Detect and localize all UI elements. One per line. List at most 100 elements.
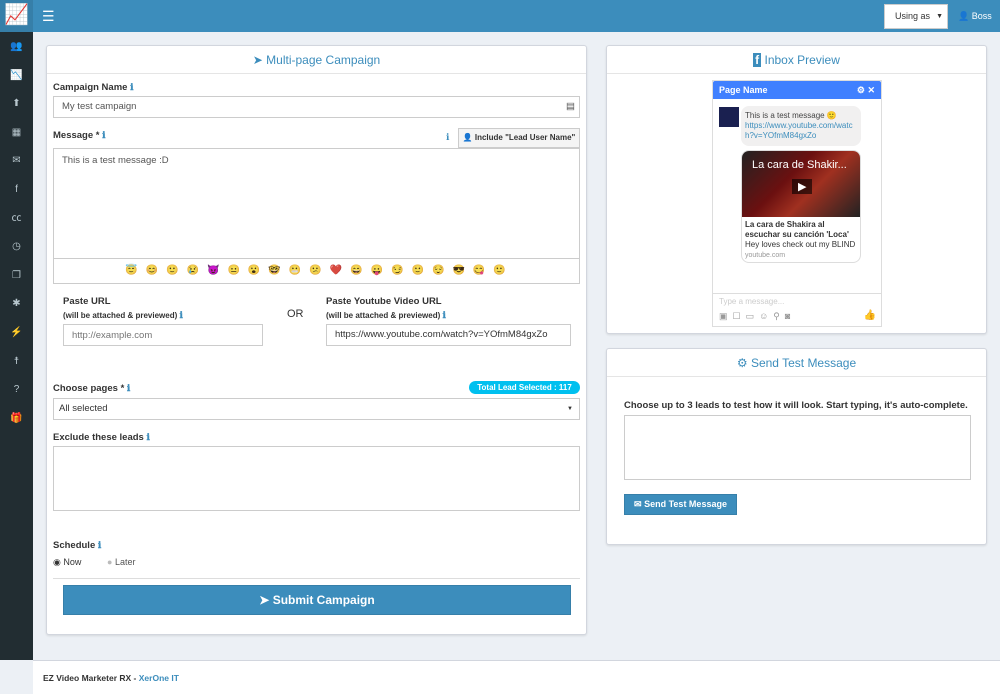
card-title: La cara de Shakira al escuchar su canció…	[745, 220, 849, 239]
campaign-name-label: Campaign Name ℹ	[53, 82, 134, 93]
user-icon: 👤	[462, 133, 473, 142]
gear-close-icons[interactable]: ⚙ ✕	[857, 81, 875, 99]
thumbs-up-icon[interactable]: 👍	[864, 310, 876, 321]
include-lead-name-button[interactable]: 👤 Include "Lead User Name"	[458, 128, 580, 148]
emoji-button[interactable]: 😮	[248, 265, 262, 276]
caret-down-icon: ▼	[567, 406, 573, 412]
info-icon[interactable]: ℹ	[446, 132, 449, 143]
plug-icon[interactable]: ⚡	[0, 319, 33, 348]
schedule-later-radio[interactable]: ● Later	[107, 557, 135, 567]
emoji-picker: 😇 😊 🙂 😢 😈 😐 😮 🤓 😬 😕 ❤️ 😄 😛 😏 🙂 😌 😎 😋 🙂	[53, 258, 580, 284]
exclude-leads-label: Exclude these leads ℹ	[53, 432, 150, 443]
send-test-button[interactable]: ✉ Send Test Message	[624, 494, 737, 515]
user-name: Boss	[971, 11, 992, 21]
video-card[interactable]: La cara de Shakir... ▶ La cara de Shakira…	[741, 150, 861, 263]
gears-icon: ⚙	[736, 356, 748, 370]
video-thumbnail[interactable]: La cara de Shakir... ▶	[742, 151, 860, 217]
user-icon: 👤	[958, 11, 970, 21]
using-as-select[interactable]: Using as ▼	[884, 4, 948, 29]
menu-toggle-icon[interactable]: ☰	[42, 8, 55, 25]
attached-note: (will be attached & previewed) ℹ	[326, 310, 446, 320]
campaign-name-input[interactable]: My test campaign ▤	[53, 96, 580, 118]
type-message-input[interactable]: Type a message...	[713, 293, 881, 309]
page-avatar	[719, 107, 739, 127]
message-label: Message * ℹ	[53, 130, 106, 141]
emoji-button[interactable]: 🙂	[412, 265, 426, 276]
emoji-button[interactable]: 🙂	[493, 265, 507, 276]
panel-header: ➤ Multi-page Campaign	[47, 46, 586, 74]
sidebar: 👥 📉 ⬆ ▦ ✉ f ㏄ ◷ ❐ ✱ ⚡ ☨ ? 🎁	[0, 32, 33, 660]
emoji-button[interactable]: 😢	[187, 265, 201, 276]
child-icon[interactable]: ☨	[0, 348, 33, 377]
play-icon: ▶	[792, 179, 813, 194]
cc-icon[interactable]: ㏄	[0, 205, 33, 234]
message-bubble: This is a test message 🙂 https://www.yout…	[741, 106, 861, 146]
upload-icon[interactable]: ⬆	[0, 90, 33, 119]
total-lead-badge: Total Lead Selected : 117	[469, 381, 580, 394]
emoji-button[interactable]: 😏	[391, 265, 405, 276]
info-icon[interactable]: ℹ	[102, 130, 105, 140]
emoji-button[interactable]: 😄	[350, 265, 364, 276]
paste-url-input[interactable]	[63, 324, 263, 346]
facebook-icon[interactable]: f	[0, 176, 33, 205]
message-textarea[interactable]: This is a test message :D	[53, 148, 580, 259]
user-plus-icon[interactable]: 👥	[0, 33, 33, 62]
schedule-label: Schedule ℹ	[53, 540, 102, 551]
emoji-button[interactable]: 😐	[227, 265, 241, 276]
copy-icon[interactable]: ❐	[0, 262, 33, 291]
gift-icon[interactable]: 🎁	[0, 405, 33, 434]
panel-title: Send Test Message	[750, 356, 857, 370]
choose-pages-label: Choose pages * ℹ	[53, 383, 131, 394]
emoji-button[interactable]: ❤️	[330, 265, 344, 276]
campaign-panel: ➤ Multi-page Campaign Campaign Name ℹ My…	[46, 45, 587, 635]
messenger-chat-window: Page Name ⚙ ✕ This is a test message 🙂 htt…	[712, 80, 882, 327]
send-test-panel: ⚙ Send Test Message Choose up to 3 leads…	[606, 348, 987, 545]
submit-campaign-button[interactable]: ➤ Submit Campaign	[63, 585, 571, 615]
clock-icon[interactable]: ◷	[0, 233, 33, 262]
test-instructions: Choose up to 3 leads to test how it will…	[624, 400, 968, 411]
youtube-url-label: Paste Youtube Video URL	[326, 296, 442, 307]
exclude-leads-input[interactable]	[53, 446, 580, 511]
test-leads-input[interactable]	[624, 415, 971, 480]
card-domain: youtube.com	[745, 252, 786, 259]
emoji-button[interactable]: 🙂	[166, 265, 180, 276]
choose-pages-select[interactable]: All selected ▼	[53, 398, 580, 420]
info-icon[interactable]: ℹ	[130, 82, 133, 92]
user-menu[interactable]: 👤 Boss	[958, 11, 992, 22]
emoji-button[interactable]: 😇	[125, 265, 139, 276]
chat-toolbar-icons[interactable]: ▣☐▭☺⚲◙	[719, 311, 795, 322]
film-icon[interactable]: ▦	[0, 119, 33, 148]
emoji-button[interactable]: 😋	[473, 265, 487, 276]
emoji-button[interactable]: 😈	[207, 265, 221, 276]
emoji-button[interactable]: 😌	[432, 265, 446, 276]
id-card-icon: ▤	[566, 101, 575, 112]
emoji-button[interactable]: 😕	[309, 265, 323, 276]
emoji-button[interactable]: 😛	[371, 265, 385, 276]
emoji-button[interactable]: 😬	[289, 265, 303, 276]
using-as-label: Using as	[895, 11, 931, 21]
emoji-button[interactable]: 😎	[452, 265, 466, 276]
line-chart-icon[interactable]: 📉	[0, 62, 33, 91]
message-link[interactable]: https://www.youtube.com/watch?v=YOfmM84g…	[745, 121, 853, 140]
company-link[interactable]: XerOne IT	[139, 673, 179, 683]
asterisk-icon[interactable]: ✱	[0, 290, 33, 319]
youtube-url-input[interactable]: https://www.youtube.com/watch?v=YOfmM84g…	[326, 324, 571, 346]
logo-chart-icon[interactable]: 📈	[0, 0, 33, 32]
question-icon[interactable]: ?	[0, 376, 33, 405]
paper-plane-icon: ➤	[259, 593, 270, 607]
panel-title: Inbox Preview	[764, 53, 840, 67]
schedule-now-radio[interactable]: ◉ Now	[53, 557, 81, 568]
paper-plane-icon: ➤	[252, 53, 263, 67]
or-label: OR	[287, 308, 304, 320]
emoji-button[interactable]: 😊	[146, 265, 160, 276]
top-navbar: 📈 ☰ Using as ▼ 👤 Boss	[0, 0, 1000, 32]
envelope-icon[interactable]: ✉	[0, 147, 33, 176]
caret-down-icon: ▼	[936, 13, 943, 20]
paste-url-label: Paste URL	[63, 296, 111, 307]
chat-header: Page Name ⚙ ✕	[713, 81, 881, 99]
envelope-icon: ✉	[634, 499, 642, 509]
facebook-square-icon: f	[753, 53, 762, 67]
emoji-button[interactable]: 🤓	[268, 265, 282, 276]
card-description: Hey loves check out my BLIND	[745, 240, 856, 249]
attached-note: (will be attached & previewed) ℹ	[63, 310, 183, 320]
